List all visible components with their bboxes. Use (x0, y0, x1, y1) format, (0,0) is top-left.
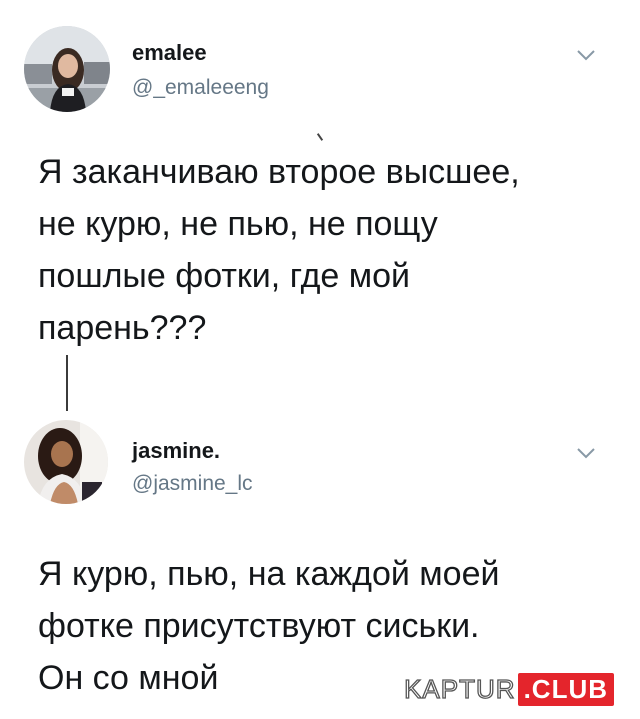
user-handle[interactable]: @jasmine_lc (132, 472, 253, 496)
chevron-down-icon[interactable] (576, 48, 596, 62)
avatar-emalee[interactable] (24, 26, 110, 112)
profile-photo-icon (24, 26, 110, 112)
chevron-down-icon[interactable] (576, 446, 596, 460)
tweet-line: Я заканчиваю второе высшее, (38, 153, 520, 191)
stray-mark (316, 133, 324, 141)
profile-photo-icon (24, 420, 108, 504)
display-name[interactable]: jasmine. (132, 438, 220, 464)
tweet-line: не курю, не пью, не пощу (38, 205, 438, 243)
tweet-line: Я курю, пью, на каждой моей (38, 555, 500, 593)
display-name[interactable]: emalee (132, 40, 207, 66)
tweet-line: парень??? (38, 309, 207, 347)
user-handle[interactable]: @_emaleeeng (132, 76, 269, 100)
watermark-suffix: .CLUB (517, 672, 614, 706)
tweet-line: фотке присутствуют сиськи. (38, 607, 480, 645)
watermark-logo: KAPTUR .CLUB (403, 672, 614, 706)
tweet-line: пошлые фотки, где мой (38, 257, 411, 295)
watermark-brand: KAPTUR (403, 673, 516, 704)
tweet-text: Я заканчиваю второе высшее, не курю, не … (38, 146, 520, 354)
avatar-jasmine[interactable] (24, 420, 108, 504)
thread-connector (66, 355, 68, 411)
tweet-line: Он со мной (38, 659, 219, 697)
